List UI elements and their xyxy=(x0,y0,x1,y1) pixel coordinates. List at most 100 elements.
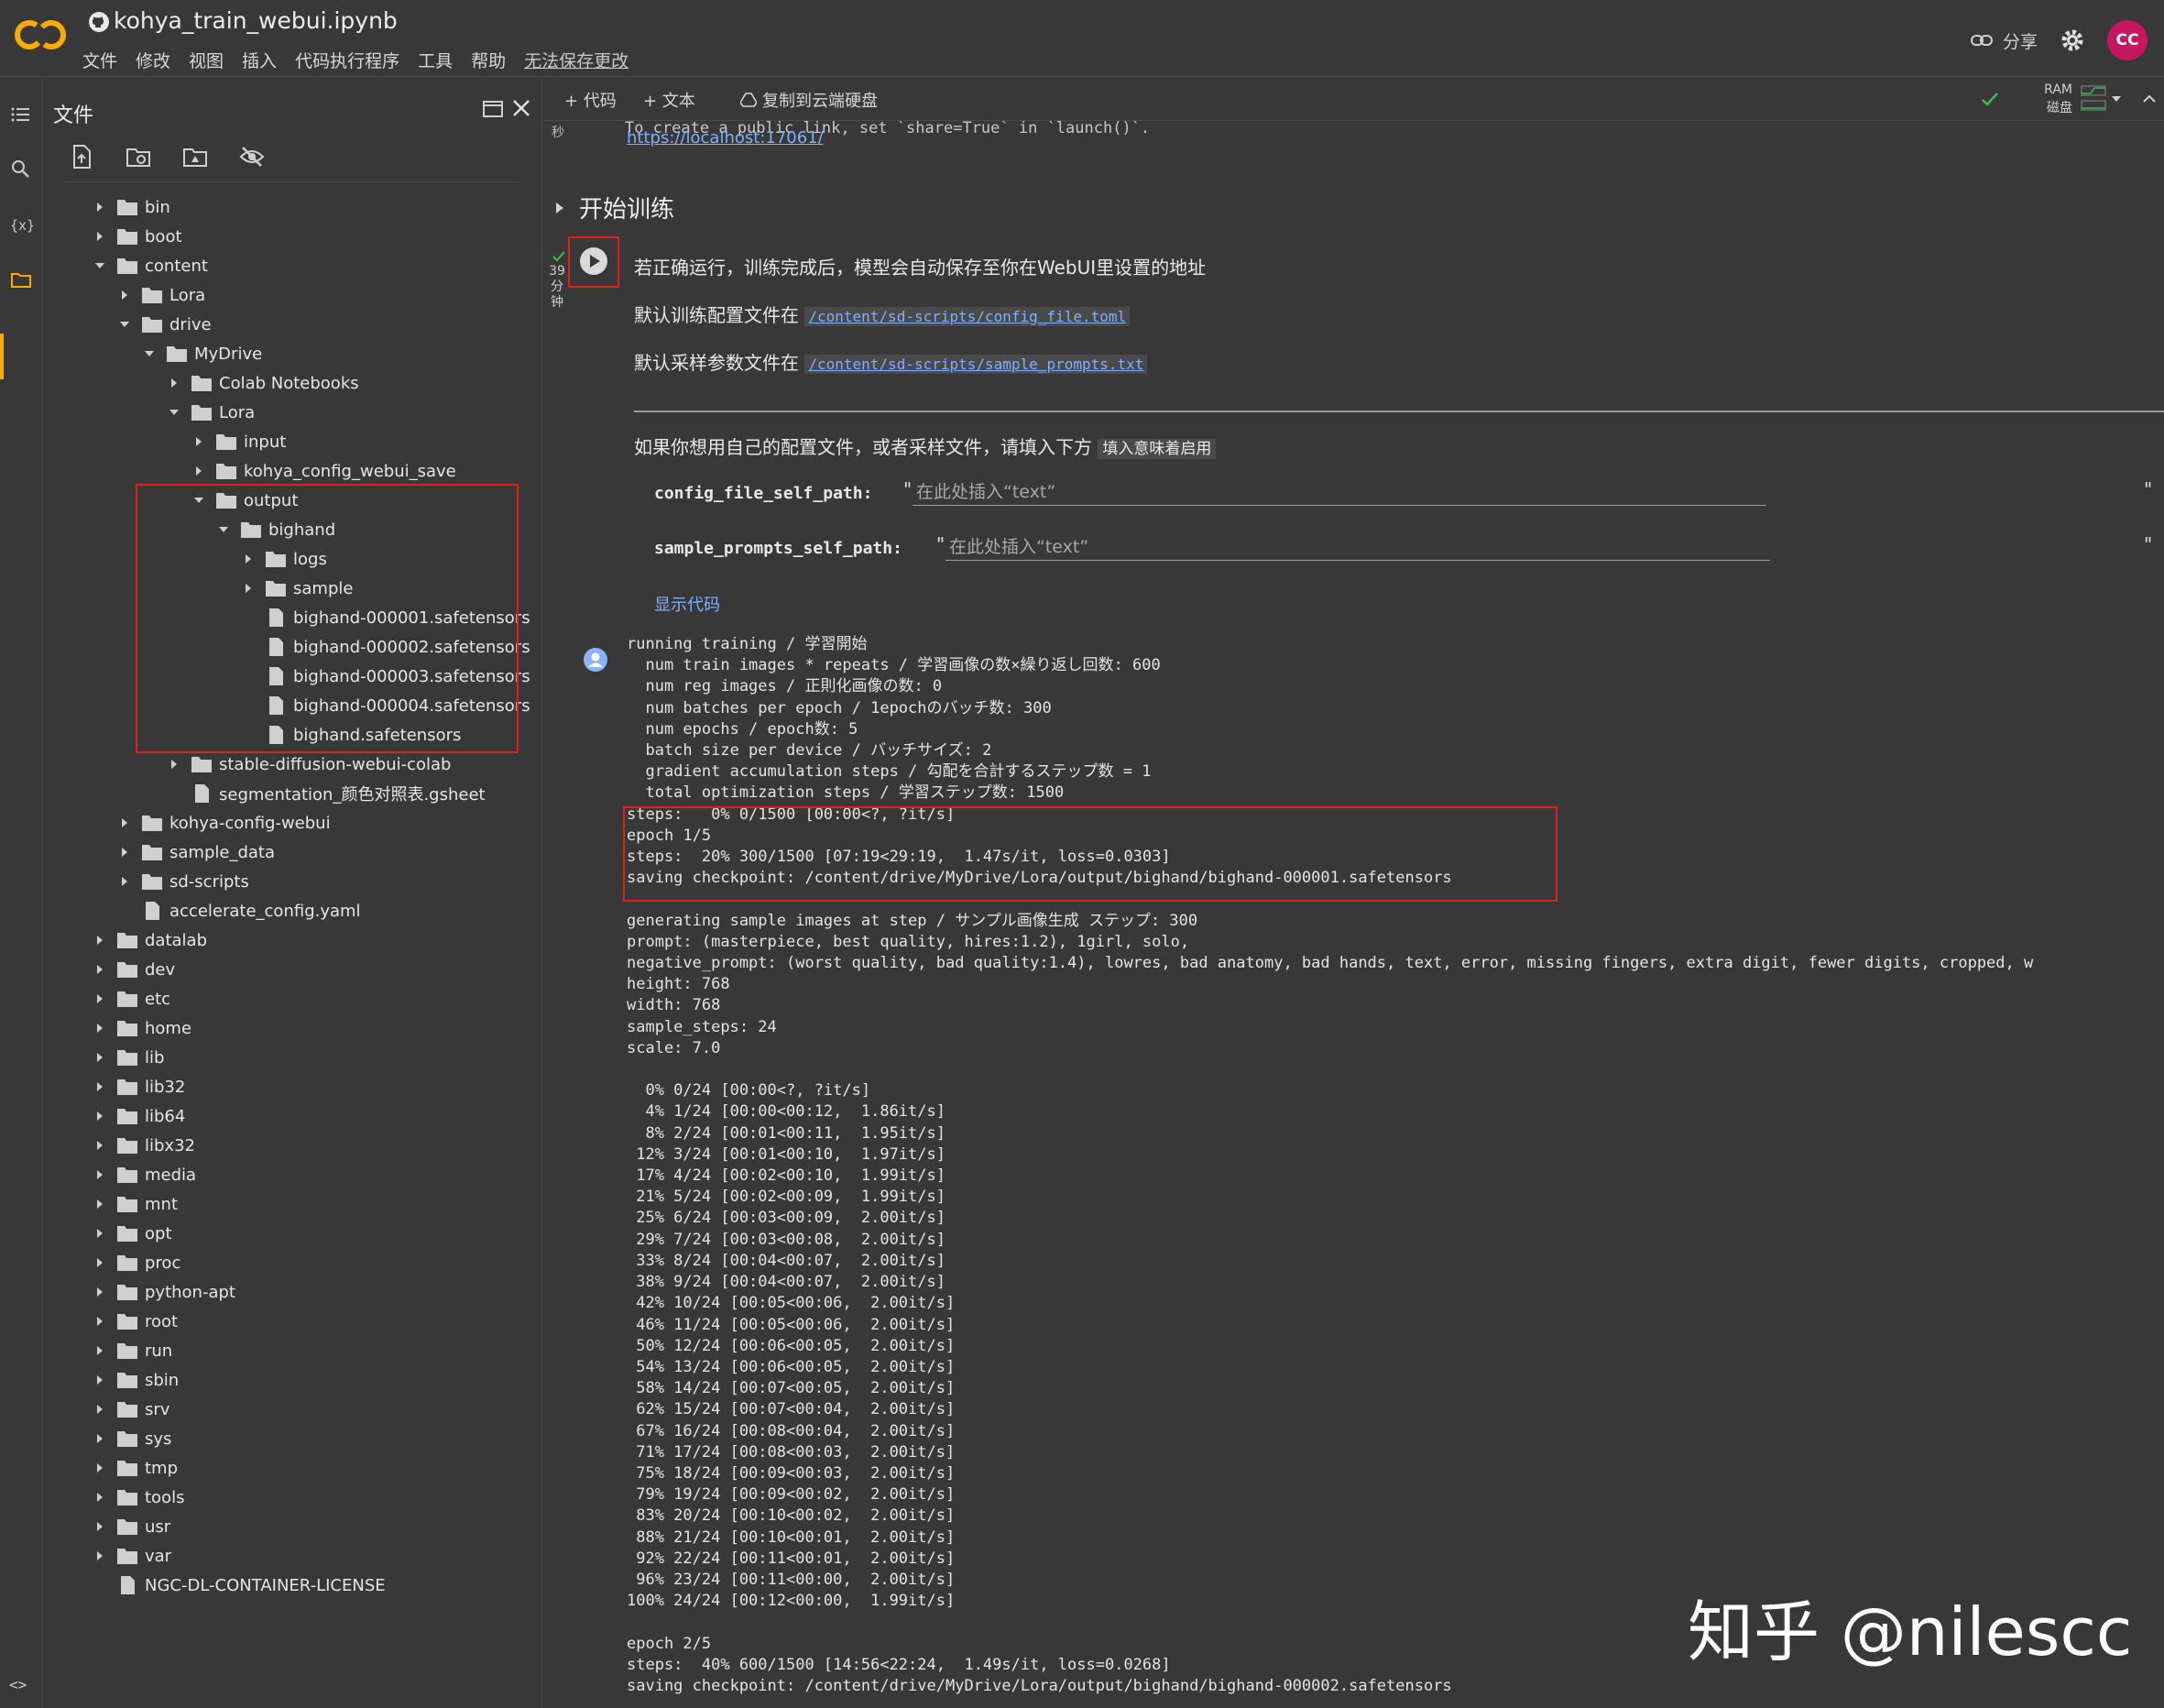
folder-row[interactable]: datalab xyxy=(42,925,542,955)
caret-right-icon[interactable] xyxy=(93,1549,106,1562)
caret-right-icon[interactable] xyxy=(93,1403,106,1416)
close-icon[interactable] xyxy=(508,95,534,121)
folder-row[interactable]: drive xyxy=(42,310,542,339)
folder-row[interactable]: home xyxy=(42,1013,542,1043)
caret-right-icon[interactable] xyxy=(168,377,180,389)
folder-row[interactable]: etc xyxy=(42,984,542,1013)
folder-row[interactable]: kohya_config_webui_save xyxy=(42,456,542,486)
folder-row[interactable]: sd-scripts xyxy=(42,867,542,896)
caret-right-icon[interactable] xyxy=(93,1520,106,1533)
caret-right-icon[interactable] xyxy=(242,553,255,565)
search-icon[interactable] xyxy=(9,158,33,181)
folder-row[interactable]: content xyxy=(42,251,542,280)
folder-row[interactable]: kohya-config-webui xyxy=(42,808,542,838)
caret-right-icon[interactable] xyxy=(93,963,106,976)
folder-row[interactable]: sample_data xyxy=(42,838,542,867)
caret-right-icon[interactable] xyxy=(93,1286,106,1298)
localhost-link[interactable]: https://localhost:17061/ xyxy=(627,128,824,148)
caret-right-icon[interactable] xyxy=(93,1198,106,1210)
sample-path-input[interactable]: 在此处插入“text” xyxy=(945,533,1770,561)
menu-view[interactable]: 视图 xyxy=(189,48,224,72)
chevron-down-icon[interactable] xyxy=(2109,92,2124,106)
file-row[interactable]: NGC-DL-CONTAINER-LICENSE xyxy=(42,1571,542,1600)
folder-row[interactable]: root xyxy=(42,1307,542,1336)
show-code-link[interactable]: 显示代码 xyxy=(654,592,720,616)
folder-row[interactable]: MyDrive xyxy=(42,339,542,368)
caret-right-icon[interactable] xyxy=(93,1315,106,1328)
file-row[interactable]: bighand-000004.safetensors xyxy=(42,691,542,720)
menu-insert[interactable]: 插入 xyxy=(242,48,277,72)
menu-help[interactable]: 帮助 xyxy=(471,48,506,72)
chevron-up-icon[interactable] xyxy=(2140,90,2159,108)
caret-right-icon[interactable] xyxy=(93,992,106,1005)
caret-down-icon[interactable] xyxy=(93,259,106,272)
file-row[interactable]: segmentation_颜色对照表.gsheet xyxy=(42,779,542,808)
caret-right-icon[interactable] xyxy=(93,1022,106,1035)
folder-row[interactable]: sys xyxy=(42,1424,542,1453)
caret-right-icon[interactable] xyxy=(93,1168,106,1181)
avatar[interactable]: CC xyxy=(2107,20,2148,60)
caret-right-icon[interactable] xyxy=(192,435,205,448)
caret-right-icon[interactable] xyxy=(93,201,106,214)
caret-down-icon[interactable] xyxy=(118,318,131,331)
folder-row[interactable]: sample xyxy=(42,574,542,603)
caret-right-icon[interactable] xyxy=(93,1227,106,1240)
caret-right-icon[interactable] xyxy=(93,1374,106,1386)
folder-row[interactable]: lib xyxy=(42,1043,542,1072)
file-row[interactable]: bighand-000003.safetensors xyxy=(42,662,542,691)
toc-icon[interactable] xyxy=(9,103,33,126)
caret-down-icon[interactable] xyxy=(168,406,180,419)
caret-right-icon[interactable] xyxy=(93,1462,106,1474)
caret-right-icon[interactable] xyxy=(93,1139,106,1152)
folder-row[interactable]: tools xyxy=(42,1483,542,1512)
caret-right-icon[interactable] xyxy=(93,1344,106,1357)
folder-row[interactable]: sbin xyxy=(42,1365,542,1395)
folder-row[interactable]: Lora xyxy=(42,398,542,427)
folder-row[interactable]: bin xyxy=(42,192,542,222)
caret-right-icon[interactable] xyxy=(93,1256,106,1269)
caret-down-icon[interactable] xyxy=(217,523,230,536)
caret-right-icon[interactable] xyxy=(118,816,131,829)
file-row[interactable]: bighand.safetensors xyxy=(42,720,542,750)
folder-row[interactable]: var xyxy=(42,1541,542,1571)
folder-row[interactable]: boot xyxy=(42,222,542,251)
folder-row[interactable]: Lora xyxy=(42,280,542,310)
open-in-window-icon[interactable] xyxy=(481,97,505,121)
share-button[interactable]: 分享 xyxy=(1970,28,2038,53)
folder-row[interactable]: usr xyxy=(42,1512,542,1541)
folder-row[interactable]: opt xyxy=(42,1219,542,1248)
resource-indicator[interactable]: RAM 磁盘 xyxy=(2044,81,2072,117)
caret-right-icon[interactable] xyxy=(118,289,131,301)
caret-right-icon[interactable] xyxy=(93,1432,106,1445)
folder-row[interactable]: run xyxy=(42,1336,542,1365)
section-heading[interactable]: 开始训练 xyxy=(553,191,674,224)
refresh-folder-icon[interactable] xyxy=(125,143,152,170)
code-snippets-icon[interactable]: <> xyxy=(9,1676,27,1693)
copy-to-drive-button[interactable]: 复制到云端硬盘 xyxy=(740,88,878,112)
caret-right-icon[interactable] xyxy=(242,582,255,595)
caret-right-icon[interactable] xyxy=(168,758,180,771)
colab-logo[interactable] xyxy=(13,16,68,53)
folder-row[interactable]: dev xyxy=(42,955,542,984)
menu-file[interactable]: 文件 xyxy=(82,48,117,72)
run-cell-button[interactable] xyxy=(579,246,608,276)
menu-tools[interactable]: 工具 xyxy=(418,48,453,72)
folder-row[interactable]: proc xyxy=(42,1248,542,1277)
sample-path-link[interactable]: /content/sd-scripts/sample_prompts.txt xyxy=(808,356,1143,373)
folder-row[interactable]: lib32 xyxy=(42,1072,542,1101)
folder-row[interactable]: python-apt xyxy=(42,1277,542,1307)
add-text-button[interactable]: + 文本 xyxy=(643,88,695,112)
hide-files-icon[interactable] xyxy=(238,143,266,170)
upload-file-icon[interactable] xyxy=(68,143,95,170)
folder-row[interactable]: srv xyxy=(42,1395,542,1424)
caret-right-icon[interactable] xyxy=(93,934,106,947)
folder-row[interactable]: logs xyxy=(42,544,542,574)
unsaved-changes-link[interactable]: 无法保存更改 xyxy=(524,48,628,72)
folder-row[interactable]: libx32 xyxy=(42,1131,542,1160)
add-code-button[interactable]: + 代码 xyxy=(564,88,617,112)
caret-down-icon[interactable] xyxy=(192,494,205,507)
menu-runtime[interactable]: 代码执行程序 xyxy=(295,48,399,72)
gear-icon[interactable] xyxy=(2060,27,2085,53)
folder-row[interactable]: output xyxy=(42,486,542,515)
caret-right-icon[interactable] xyxy=(93,1080,106,1093)
